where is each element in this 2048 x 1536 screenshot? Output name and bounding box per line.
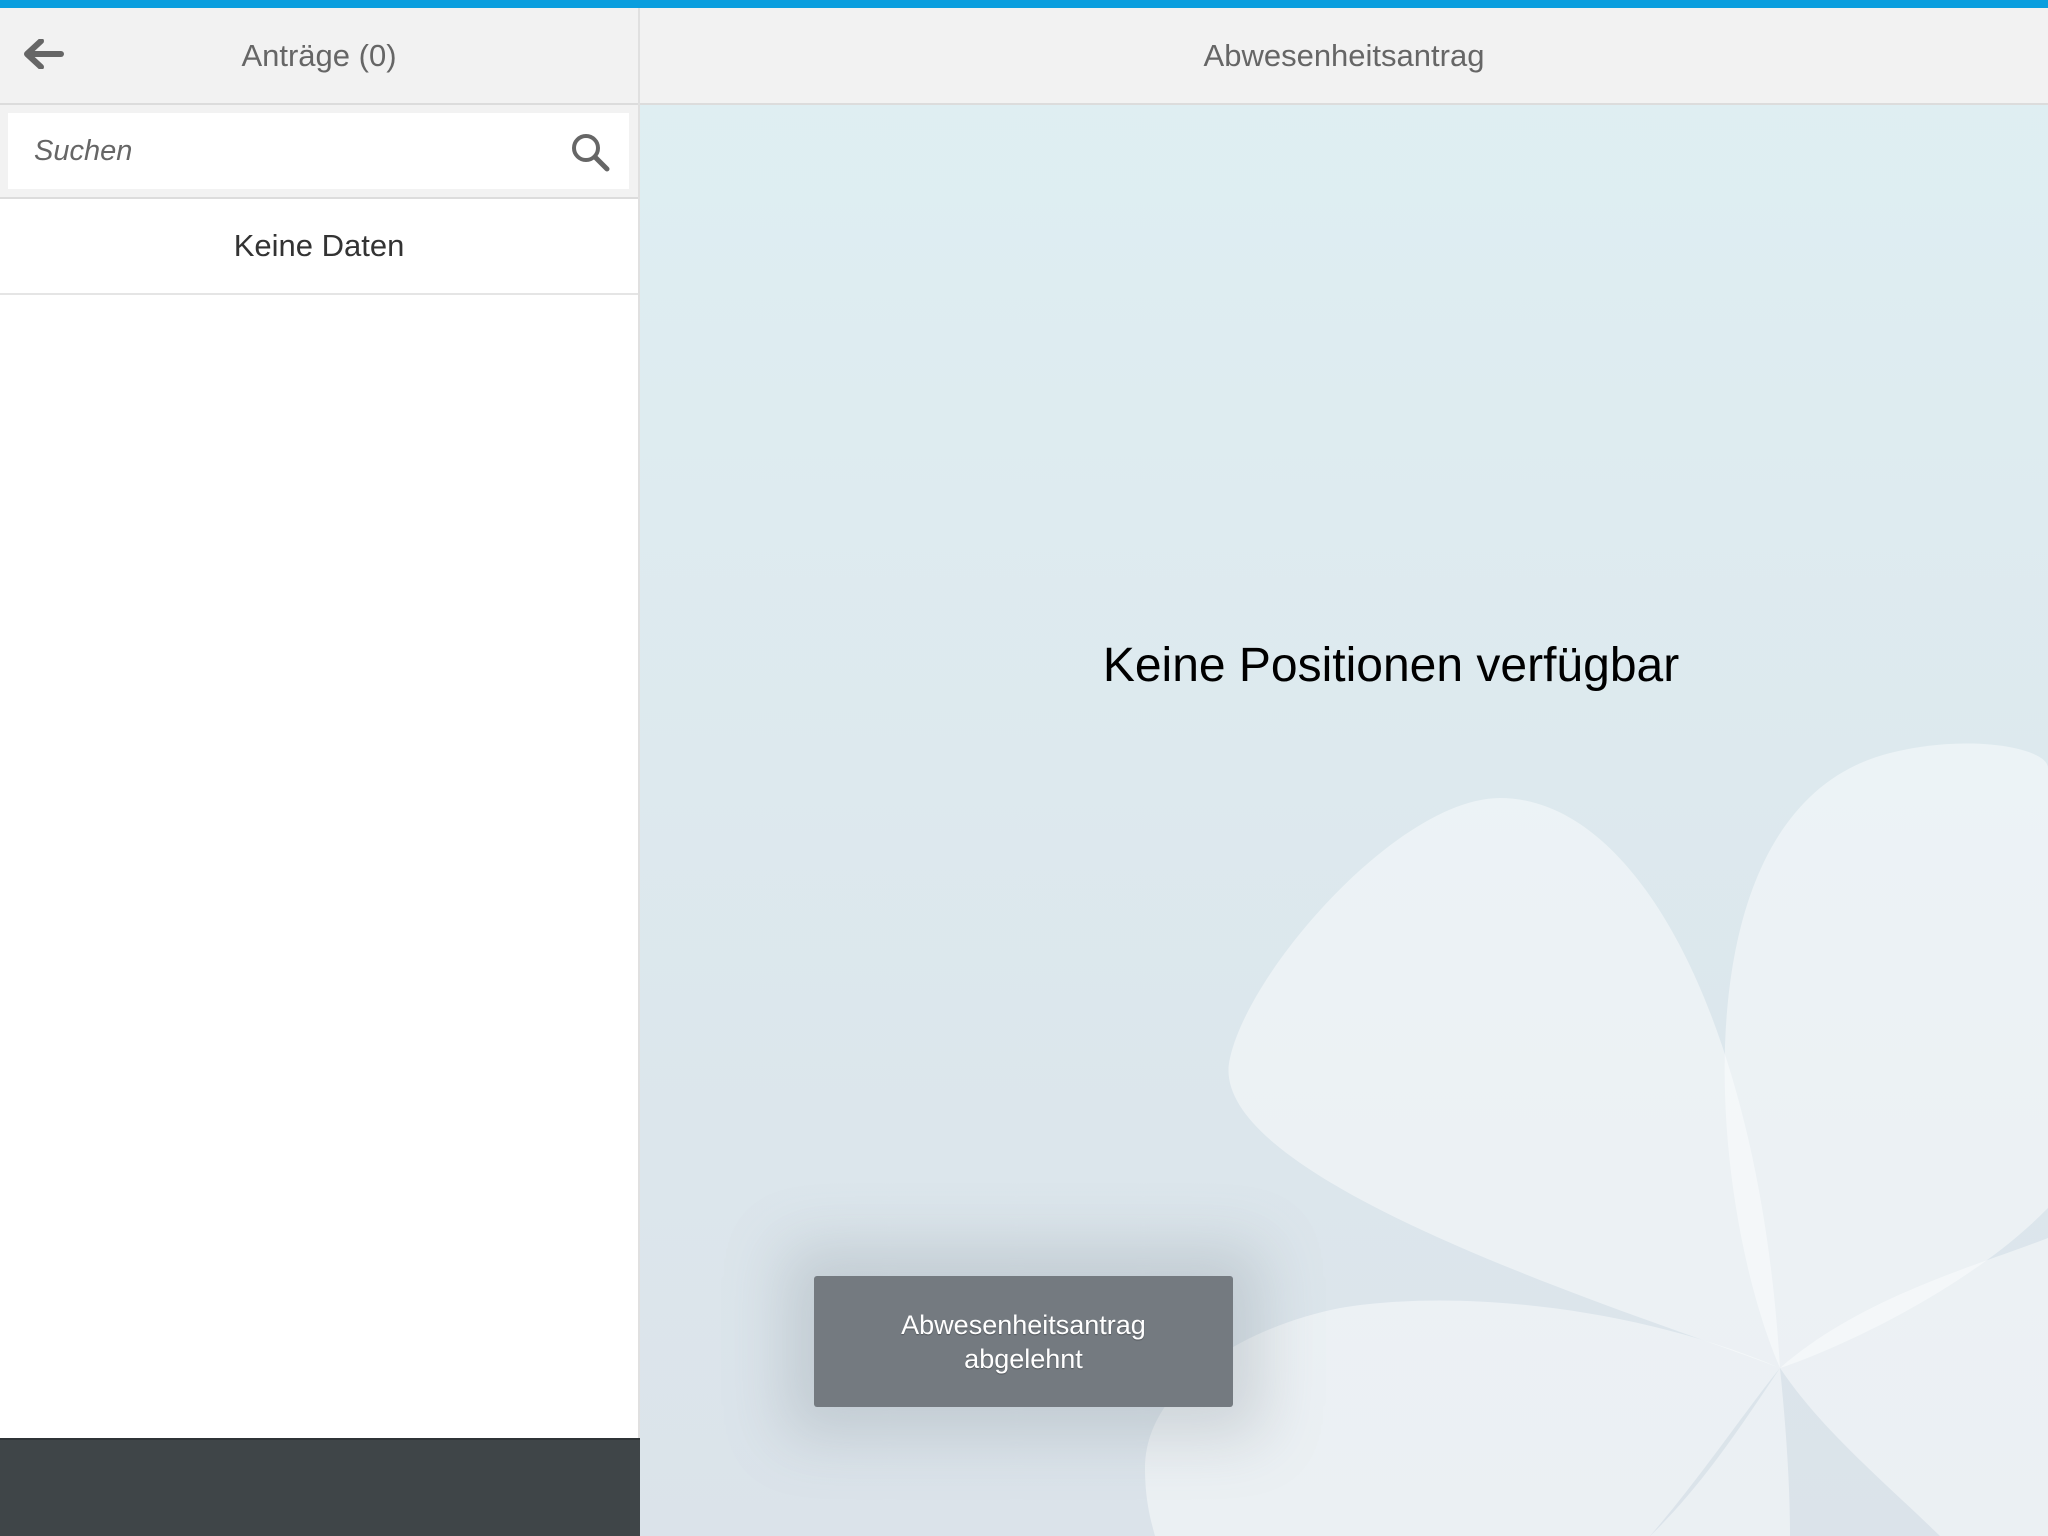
toast-line-1: Abwesenheitsantrag bbox=[901, 1309, 1146, 1340]
search-button[interactable] bbox=[565, 127, 615, 177]
search-input[interactable] bbox=[8, 113, 548, 189]
master-footer-toolbar bbox=[0, 1438, 640, 1536]
toast-message: Abwesenheitsantrag abgelehnt bbox=[814, 1276, 1233, 1407]
empty-detail-message: Keine Positionen verfügbar bbox=[1102, 639, 1680, 692]
toast-line-2: abgelehnt bbox=[964, 1343, 1083, 1374]
detail-pane: Abwesenheitsantrag Keine Positionen verf… bbox=[640, 8, 2048, 1536]
master-pane: Anträge (0) Keine Daten bbox=[0, 8, 640, 1536]
search-field bbox=[8, 113, 629, 189]
detail-title: Abwesenheitsantrag bbox=[640, 8, 2048, 105]
master-title: Anträge (0) bbox=[241, 38, 397, 73]
top-accent-bar bbox=[0, 0, 2048, 8]
search-icon bbox=[572, 134, 610, 172]
arrow-left-icon bbox=[24, 39, 64, 69]
master-header: Anträge (0) bbox=[0, 8, 638, 105]
empty-list-label: Keine Daten bbox=[0, 199, 638, 295]
search-bar bbox=[0, 105, 638, 199]
back-button[interactable] bbox=[18, 32, 70, 76]
